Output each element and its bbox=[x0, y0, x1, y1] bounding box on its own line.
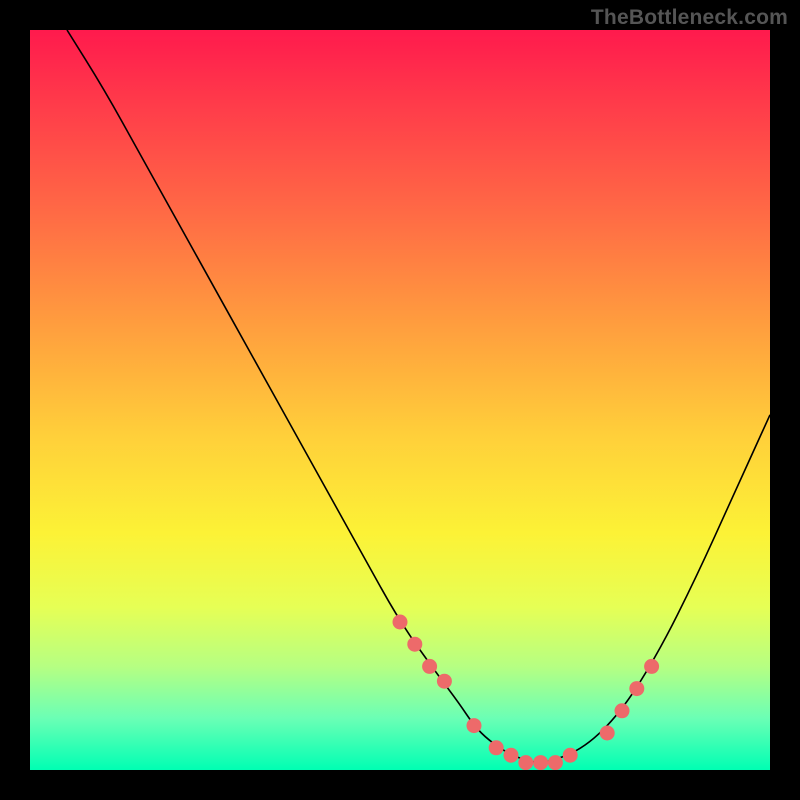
dot bbox=[422, 659, 437, 674]
highlight-dots bbox=[393, 615, 660, 771]
dot bbox=[644, 659, 659, 674]
dot bbox=[393, 615, 408, 630]
dot bbox=[518, 755, 533, 770]
dot bbox=[467, 718, 482, 733]
dot bbox=[629, 681, 644, 696]
dot bbox=[533, 755, 548, 770]
dot bbox=[504, 748, 519, 763]
dot bbox=[615, 703, 630, 718]
bottleneck-chart bbox=[30, 30, 770, 770]
dot bbox=[437, 674, 452, 689]
dot bbox=[600, 726, 615, 741]
dot bbox=[407, 637, 422, 652]
dot bbox=[489, 740, 504, 755]
dot bbox=[563, 748, 578, 763]
bottleneck-curve bbox=[67, 30, 770, 763]
watermark-text: TheBottleneck.com bbox=[591, 6, 788, 30]
dot bbox=[548, 755, 563, 770]
